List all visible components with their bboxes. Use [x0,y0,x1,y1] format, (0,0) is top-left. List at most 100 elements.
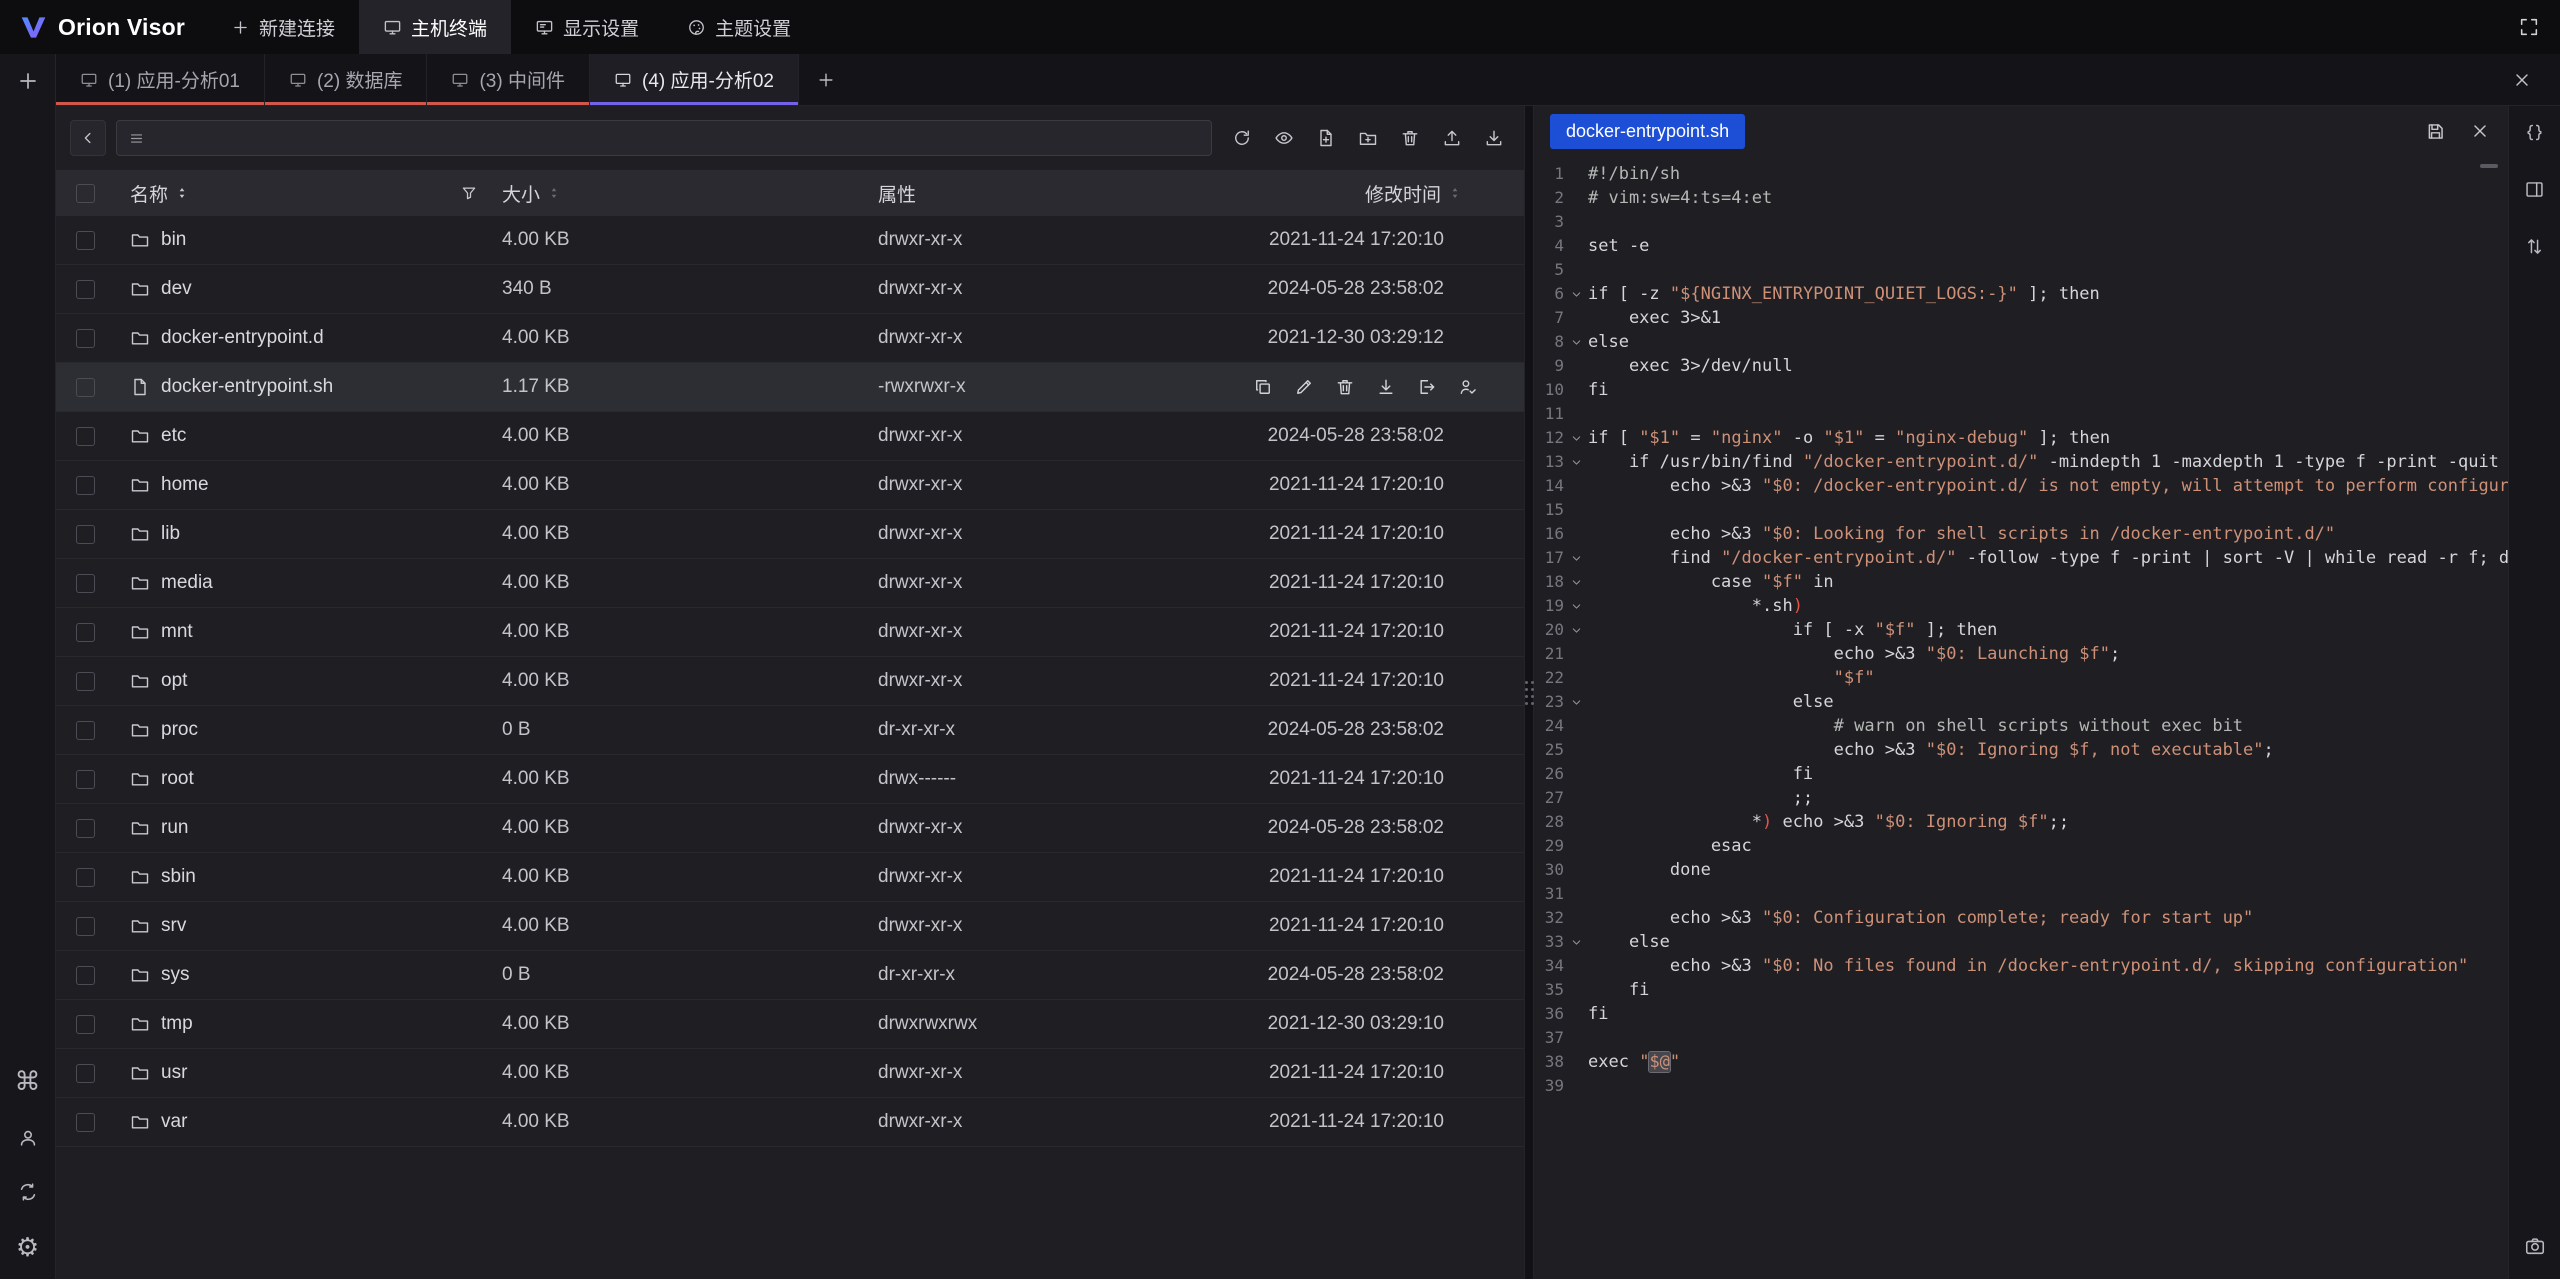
table-row[interactable]: proc0 Bdr-xr-xr-x2024-05-28 23:58:02 [56,706,1524,755]
file-name[interactable]: media [161,572,213,594]
fold-chevron-icon[interactable] [1564,330,1588,354]
fold-chevron-icon[interactable] [1564,594,1588,618]
terminal-tab-1[interactable]: (1) 应用-分析01 [56,54,265,105]
table-row[interactable]: run4.00 KBdrwxr-xr-x2024-05-28 23:58:02 [56,804,1524,853]
upload-button[interactable] [1436,122,1468,154]
table-row[interactable]: var4.00 KBdrwxr-xr-x2021-11-24 17:20:10 [56,1098,1524,1147]
file-name[interactable]: root [161,768,194,790]
row-checkbox[interactable] [76,231,95,250]
table-row[interactable]: usr4.00 KBdrwxr-xr-x2021-11-24 17:20:10 [56,1049,1524,1098]
file-name[interactable]: usr [161,1062,187,1084]
table-row[interactable]: lib4.00 KBdrwxr-xr-x2021-11-24 17:20:10 [56,510,1524,559]
screenshot-button[interactable] [2524,1235,2546,1257]
table-row[interactable]: mnt4.00 KBdrwxr-xr-x2021-11-24 17:20:10 [56,608,1524,657]
row-checkbox[interactable] [76,1113,95,1132]
table-row[interactable]: docker-entrypoint.d4.00 KBdrwxr-xr-x2021… [56,314,1524,363]
row-checkbox[interactable] [76,672,95,691]
download-button[interactable] [1478,122,1510,154]
row-checkbox[interactable] [76,378,95,397]
terminal-tab-4[interactable]: (4) 应用-分析02 [590,54,799,105]
row-action-move[interactable] [1417,377,1437,397]
code-editor[interactable]: 1#!/bin/sh2# vim:sw=4:ts=4:et34set -e56i… [1534,156,2508,1279]
close-panel-button[interactable] [2512,70,2532,90]
path-input[interactable] [154,128,1200,149]
row-checkbox[interactable] [76,574,95,593]
table-row[interactable]: srv4.00 KBdrwxr-xr-x2021-11-24 17:20:10 [56,902,1524,951]
row-checkbox[interactable] [76,819,95,838]
terminal-tab-2[interactable]: (2) 数据库 [265,54,428,105]
panel-splitter[interactable] [1524,106,1534,1279]
row-checkbox[interactable] [76,868,95,887]
file-name[interactable]: proc [161,719,198,741]
table-row[interactable]: dev340 Bdrwxr-xr-x2024-05-28 23:58:02 [56,265,1524,314]
snippets-button[interactable] [2524,122,2545,143]
save-button[interactable] [2425,121,2446,142]
row-action-permission[interactable] [1458,377,1478,397]
table-row[interactable]: home4.00 KBdrwxr-xr-x2021-11-24 17:20:10 [56,461,1524,510]
file-name[interactable]: etc [161,425,186,447]
table-row[interactable]: bin4.00 KBdrwxr-xr-x2021-11-24 17:20:10 [56,216,1524,265]
file-name[interactable]: sbin [161,866,196,888]
fold-chevron-icon[interactable] [1564,570,1588,594]
fullscreen-button[interactable] [2518,16,2540,38]
row-checkbox[interactable] [76,1064,95,1083]
top-menu-item-1[interactable]: 新建连接 [207,0,359,54]
filter-name-button[interactable] [460,184,498,202]
table-row[interactable]: opt4.00 KBdrwxr-xr-x2021-11-24 17:20:10 [56,657,1524,706]
file-name[interactable]: docker-entrypoint.d [161,327,324,349]
row-checkbox[interactable] [76,427,95,446]
sort-name-button[interactable] [175,186,189,200]
file-name[interactable]: run [161,817,188,839]
command-button[interactable]: ⌘ [15,1069,41,1095]
row-checkbox[interactable] [76,280,95,299]
table-row[interactable]: etc4.00 KBdrwxr-xr-x2024-05-28 23:58:02 [56,412,1524,461]
table-row[interactable]: docker-entrypoint.sh1.17 KB-rwxrwxr-x [56,363,1524,412]
select-all-checkbox[interactable] [76,184,95,203]
fold-chevron-icon[interactable] [1564,690,1588,714]
row-action-copy[interactable] [1253,377,1273,397]
row-action-delete[interactable] [1335,377,1355,397]
fold-chevron-icon[interactable] [1564,546,1588,570]
table-row[interactable]: media4.00 KBdrwxr-xr-x2021-11-24 17:20:1… [56,559,1524,608]
delete-button[interactable] [1394,122,1426,154]
sort-mtime-button[interactable] [1448,186,1462,200]
file-name[interactable]: opt [161,670,187,692]
sort-order-button[interactable] [2524,236,2545,257]
refresh-button[interactable] [1226,122,1258,154]
fold-chevron-icon[interactable] [1564,426,1588,450]
fold-chevron-icon[interactable] [1564,930,1588,954]
fold-chevron-icon[interactable] [1564,282,1588,306]
add-tab-button[interactable] [799,54,853,105]
preview-button[interactable] [1268,122,1300,154]
new-file-button[interactable] [1310,122,1342,154]
contacts-button[interactable] [17,1127,39,1149]
file-name[interactable]: dev [161,278,192,300]
editor-file-tab[interactable]: docker-entrypoint.sh [1550,114,1745,149]
row-checkbox[interactable] [76,770,95,789]
back-button[interactable] [70,120,106,156]
row-checkbox[interactable] [76,623,95,642]
new-connection-button[interactable] [16,69,40,93]
top-menu-item-4[interactable]: 主题设置 [663,0,815,54]
table-row[interactable]: root4.00 KBdrwx------2021-11-24 17:20:10 [56,755,1524,804]
file-name[interactable]: bin [161,229,186,251]
layout-button[interactable] [2524,179,2545,200]
new-folder-button[interactable] [1352,122,1384,154]
close-editor-button[interactable] [2470,121,2490,141]
fold-chevron-icon[interactable] [1564,618,1588,642]
top-menu-item-2[interactable]: 主机终端 [359,0,511,54]
row-checkbox[interactable] [76,476,95,495]
file-name[interactable]: docker-entrypoint.sh [161,376,333,398]
file-name[interactable]: mnt [161,621,193,643]
file-name[interactable]: sys [161,964,190,986]
app-logo[interactable]: Orion Visor [0,0,207,54]
row-checkbox[interactable] [76,329,95,348]
table-row[interactable]: tmp4.00 KBdrwxrwxrwx2021-12-30 03:29:10 [56,1000,1524,1049]
sync-button[interactable] [17,1181,39,1203]
sort-size-button[interactable] [547,186,561,200]
table-row[interactable]: sbin4.00 KBdrwxr-xr-x2021-11-24 17:20:10 [56,853,1524,902]
fold-chevron-icon[interactable] [1564,450,1588,474]
file-name[interactable]: home [161,474,209,496]
row-action-download[interactable] [1376,377,1396,397]
row-checkbox[interactable] [76,966,95,985]
